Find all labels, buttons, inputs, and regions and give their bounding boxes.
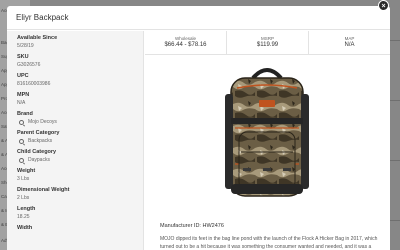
price-value: $66.44 - $78.16 — [164, 42, 207, 48]
detail-label: UPC — [17, 73, 29, 79]
price-bar: Wholesale $66.44 - $78.16 MSRP $119.99 M… — [145, 31, 390, 55]
detail-label: Available Since — [17, 35, 58, 41]
price-label: MSRP — [260, 36, 274, 41]
detail-label: SKU — [17, 54, 29, 60]
search-icon — [19, 157, 24, 163]
detail-value: 5/28/19 — [17, 43, 34, 49]
detail-field: Weight 3 Lbs — [17, 168, 143, 183]
detail-label: Length — [17, 206, 36, 212]
detail-link[interactable]: Mojo Decoys — [17, 118, 143, 126]
price-label: MAP — [344, 36, 355, 41]
detail-link[interactable]: Backpacks — [17, 137, 143, 145]
product-image — [145, 56, 390, 216]
product-details: Available Since 5/28/19 SKU G3026576 UPC 8161… — [7, 31, 144, 250]
detail-field: Dimensional Weight 2 Lbs — [17, 187, 143, 202]
detail-value: 816160003986 — [17, 81, 51, 87]
product-description: MOJO dipped its feet in the bag line pon… — [160, 236, 378, 250]
price-value: N/A — [344, 42, 355, 48]
manufacturer-id: Manufacturer ID: HW2476 — [160, 223, 224, 229]
detail-value: 18.25 — [17, 214, 30, 220]
detail-value: G3026576 — [17, 62, 41, 68]
price-map: MAP N/A — [309, 31, 390, 54]
detail-label: Weight — [17, 168, 36, 174]
search-icon — [19, 119, 24, 125]
detail-field: Available Since 5/28/19 — [17, 35, 143, 50]
detail-label: Dimensional Weight — [17, 187, 70, 193]
price-value: $119.99 — [256, 42, 279, 48]
detail-field: Child Category Daypacks — [17, 149, 143, 164]
detail-field: Length 18.25 — [17, 206, 143, 221]
detail-label: Width — [17, 225, 33, 231]
detail-link-text: Backpacks — [28, 138, 53, 144]
modal-title: Eliyr Backpack — [16, 13, 69, 22]
detail-value: N/A — [17, 100, 26, 106]
detail-link[interactable]: Daypacks — [17, 156, 143, 164]
detail-label: Child Category — [17, 149, 57, 155]
detail-link-text: Daypacks — [28, 157, 50, 163]
detail-field: UPC 816160003986 — [17, 73, 143, 88]
detail-label: Parent Category — [17, 130, 60, 136]
detail-label: Brand — [17, 111, 33, 117]
detail-field: Parent Category Backpacks — [17, 130, 143, 145]
product-modal: Eliyr Backpack Available Since 5/28/19 SKU… — [7, 6, 390, 250]
close-button[interactable]: × — [378, 0, 389, 11]
detail-link-text: Mojo Decoys — [28, 119, 57, 125]
detail-value: 2 Lbs — [17, 195, 30, 201]
price-label: Wholesale — [174, 36, 196, 41]
detail-field: SKU G3026576 — [17, 54, 143, 69]
detail-value: 3 Lbs — [17, 176, 30, 182]
backpack-image — [225, 68, 309, 197]
modal-header: Eliyr Backpack — [7, 6, 390, 30]
detail-field: Brand Mojo Decoys — [17, 111, 143, 126]
price-wholesale: Wholesale $66.44 - $78.16 — [145, 31, 227, 54]
detail-label: MPN — [17, 92, 30, 98]
price-msrp: MSRP $119.99 — [227, 31, 309, 54]
detail-field: MPN N/A — [17, 92, 143, 107]
detail-field: Width — [17, 225, 143, 232]
search-icon — [19, 138, 24, 144]
